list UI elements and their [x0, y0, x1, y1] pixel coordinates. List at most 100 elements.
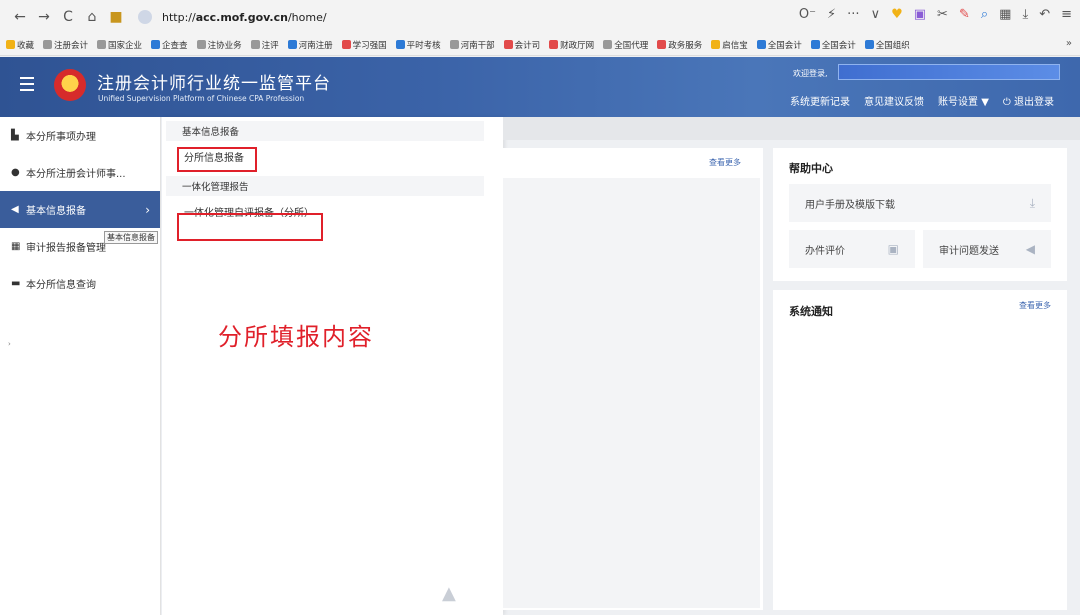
bookmark-item[interactable]: 学习强国 [341, 39, 387, 51]
bookmark-item[interactable]: 政务服务 [657, 39, 702, 51]
sidebar-item-label: 本分所注册会计师事... [26, 169, 126, 180]
bookmark-label: 河南干部 [460, 40, 495, 51]
bookmarks-more-icon[interactable]: » [1066, 38, 1072, 49]
bookmark-item[interactable]: 全国会计 [810, 39, 856, 51]
bookmark-item[interactable]: 河南注册 [287, 39, 333, 51]
bookmark-item[interactable]: 注协业务 [196, 39, 242, 51]
search-icon[interactable]: ⌕ [981, 7, 988, 22]
bookmark-icon [756, 40, 766, 49]
help-center-panel: 帮助中心 用户手册及模版下载 ⤓ 办件评价 ▣ 审计问题发送 ◀ [773, 148, 1067, 281]
lightning-icon[interactable]: ⚡ [827, 7, 836, 22]
sidebar-tooltip: 基本信息报备 [104, 231, 158, 244]
bookmark-icon [6, 40, 15, 49]
home-button[interactable]: ⌂ [82, 7, 102, 27]
chevron-right-icon: › [145, 202, 150, 217]
bookmark-label: 河南注册 [298, 40, 333, 51]
shield-icon[interactable]: ♥ [891, 7, 903, 22]
bookmark-label: 学习强国 [352, 40, 387, 51]
menu-icon[interactable]: ≡ [1061, 7, 1072, 22]
bookmark-item[interactable]: 会计司 [503, 39, 541, 51]
more-icon[interactable]: ··· [847, 7, 859, 22]
hamburger-icon[interactable] [20, 77, 34, 95]
bookmark-label: 收藏 [17, 40, 35, 51]
bookmark-label: 全国组织 [875, 40, 910, 51]
feedback-link[interactable]: 意见建议反馈 [864, 93, 924, 108]
submenu-group-title: 一体化管理报告 [166, 176, 484, 196]
sidebar-item-branch-query[interactable]: ▬ 本分所信息查询 [0, 265, 160, 302]
send-icon: ▲ [442, 583, 456, 604]
evaluate-button[interactable]: 办件评价 ▣ [789, 230, 915, 268]
bookmark-icon [196, 40, 206, 49]
logout-button[interactable]: ⏻ 退出登录 [1003, 93, 1054, 108]
manual-download-button[interactable]: 用户手册及模版下载 ⤓ [789, 184, 1051, 222]
bookmark-label: 注协业务 [207, 40, 242, 51]
update-log-link[interactable]: 系统更新记录 [790, 93, 850, 108]
national-emblem-logo [54, 69, 86, 101]
sidebar-item-branch-affairs[interactable]: ▙ 本分所事项办理 [0, 117, 160, 154]
reload-button[interactable]: C [58, 7, 78, 27]
bookmark-item[interactable]: 全国代理 [603, 39, 648, 51]
bookmark-item[interactable]: 平时考核 [395, 39, 441, 51]
bookmark-item[interactable]: 企查查 [151, 39, 188, 51]
extension-icon[interactable]: ▣ [914, 7, 926, 22]
download-icon: ⤓ [1029, 195, 1035, 210]
back-button[interactable]: ← [10, 7, 30, 27]
view-more-link[interactable]: 查看更多 [709, 157, 741, 168]
bookmark-label: 全国代理 [614, 40, 649, 51]
bookmark-icon [97, 40, 107, 49]
bookmark-label: 企查查 [162, 40, 188, 51]
grid-icon: ▦ [11, 241, 21, 252]
key-icon[interactable]: O⁻ [799, 7, 816, 22]
bookmark-item[interactable]: 注册会计 [43, 39, 88, 51]
view-more-link[interactable]: 查看更多 [1019, 300, 1051, 311]
bookmark-item[interactable]: 收藏 [6, 39, 34, 51]
url-text[interactable]: http://acc.mof.gov.cn/home/ [162, 11, 327, 24]
scissors-icon[interactable]: ✂ [937, 7, 948, 22]
bookmark-icon [711, 40, 721, 49]
manual-download-label: 用户手册及模版下载 [805, 199, 895, 211]
bookmark-label: 注册会计 [54, 40, 89, 51]
bookmark-icon [43, 40, 53, 49]
bookmark-label: 注评 [261, 40, 279, 51]
sidebar-item-label: 基本信息报备 [26, 206, 86, 217]
bookmark-item[interactable]: 河南干部 [449, 39, 495, 51]
submenu-group-title: 基本信息报备 [166, 121, 484, 141]
collapse-handle[interactable]: › [8, 340, 11, 348]
browser-right-tools: O⁻ ⚡ ··· ∨ ♥ ▣ ✂ ✎ ⌕ ▦ ⤓ ↶ ≡ [799, 7, 1072, 22]
apps-icon[interactable]: ▦ [999, 7, 1011, 22]
audit-issue-label: 审计问题发送 [939, 245, 999, 257]
bookmark-icon [503, 40, 513, 49]
sidebar-item-basic-info[interactable]: ◀ 基本信息报备 › [0, 191, 160, 228]
header-links: 系统更新记录 意见建议反馈 账号设置 ▼ ⏻ 退出登录 [790, 93, 1054, 108]
evaluate-icon: ▣ [887, 242, 899, 256]
bookmark-item[interactable]: 财政厅网 [549, 39, 594, 51]
bookmark-icon [603, 40, 613, 49]
audit-issue-send-button[interactable]: 审计问题发送 ◀ [923, 230, 1051, 268]
app-header: 注册会计师行业统一监管平台 Unified Supervision Platfo… [0, 57, 1080, 117]
address-bar[interactable]: http://acc.mof.gov.cn/home/ [138, 10, 327, 24]
pen-icon[interactable]: ✎ [959, 7, 970, 22]
bookmark-item[interactable]: 全国会计 [756, 39, 802, 51]
chevron-down-icon[interactable]: ∨ [871, 7, 881, 22]
download-icon[interactable]: ⤓ [1022, 7, 1028, 22]
bookmark-item[interactable]: 国家企业 [97, 39, 142, 51]
forward-button[interactable]: → [34, 7, 54, 27]
evaluate-label: 办件评价 [805, 245, 845, 257]
submenu-flyout: 基本信息报备 分所信息报备 一体化管理报告 一体化管理自评报备（分所） 分所填报… [162, 117, 503, 615]
bookmark-label: 政务服务 [668, 40, 703, 51]
send-icon: ◀ [1025, 242, 1035, 256]
app-subtitle: Unified Supervision Platform of Chinese … [98, 94, 305, 103]
sidebar-item-branch-cpa[interactable]: ● 本分所注册会计师事... [0, 154, 160, 191]
bookmark-item[interactable]: 注评 [250, 39, 279, 51]
bookmark-item[interactable]: 启信宝 [711, 39, 748, 51]
bookmark-label: 财政厅网 [560, 40, 595, 51]
content-placeholder [503, 178, 760, 608]
site-icon: ■ [109, 9, 123, 25]
undo-icon[interactable]: ↶ [1039, 7, 1050, 22]
system-notice-panel: 系统通知 查看更多 [773, 290, 1067, 610]
bookmark-item[interactable]: 全国组织 [864, 39, 910, 51]
bookmark-label: 启信宝 [722, 40, 748, 51]
bookmark-icon [810, 40, 820, 49]
bookmark-label: 会计司 [514, 40, 541, 51]
account-settings-dropdown[interactable]: 账号设置 ▼ [938, 93, 989, 108]
